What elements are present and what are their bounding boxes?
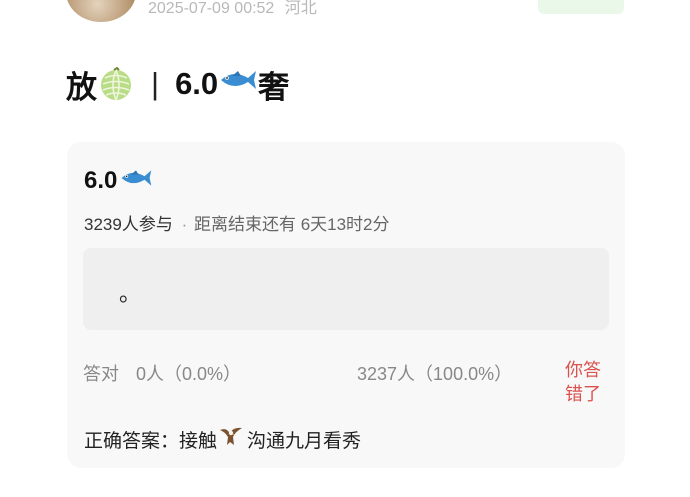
answer-part-2: 沟通九月看秀 — [247, 430, 362, 452]
title-suffix: 奢 — [258, 69, 290, 105]
correct-answer: 正确答案： 接触 沟通九月看秀 — [84, 426, 361, 452]
melon-icon — [99, 66, 133, 101]
fish-icon — [119, 166, 153, 197]
answer-part-1: 接触 — [179, 430, 218, 452]
follow-button[interactable] — [538, 0, 624, 14]
result-row: 答对 0人（0.0%） 3237人（100.0%） 你答错了 — [83, 358, 613, 412]
verdict-label: 你答错了 — [565, 360, 601, 404]
correct-count: 0人（0.0%） — [136, 364, 242, 384]
time-remaining: 距离结束还有 6天13时2分 — [193, 215, 390, 234]
quiz-card: 6.0 3239人参与 · 距离结束还有 6天13时2分 。 答对 0人（0.0… — [67, 142, 625, 468]
option-text: 。 — [119, 281, 142, 306]
post-location: 河北 — [284, 0, 317, 17]
eagle-icon — [219, 425, 243, 453]
quiz-stats: 3239人参与 · 距离结束还有 6天13时2分 — [84, 210, 390, 235]
post-timestamp: 2025-07-09 00:52 — [148, 0, 275, 17]
quiz-title: 6.0 — [84, 166, 153, 196]
post-meta: 2025-07-09 00:52 河北 — [148, 0, 317, 18]
title-prefix: 放 — [66, 69, 97, 105]
wrong-count: 3237人（100.0%） — [357, 364, 513, 384]
quiz-title-text: 6.0 — [84, 167, 118, 194]
avatar[interactable] — [66, 0, 136, 22]
participants-count: 3239人参与 — [84, 215, 173, 234]
post-title: 放 | 6.0 奢 — [66, 62, 289, 106]
title-separator: | — [151, 66, 160, 101]
correct-label: 答对 — [83, 364, 119, 384]
answer-option[interactable]: 。 — [83, 248, 609, 330]
stats-separator: · — [181, 215, 188, 234]
title-number: 6.0 — [175, 66, 219, 101]
answer-label: 正确答案： — [84, 430, 180, 452]
fish-icon — [218, 66, 258, 102]
correct-result: 答对 0人（0.0%） — [83, 360, 241, 386]
